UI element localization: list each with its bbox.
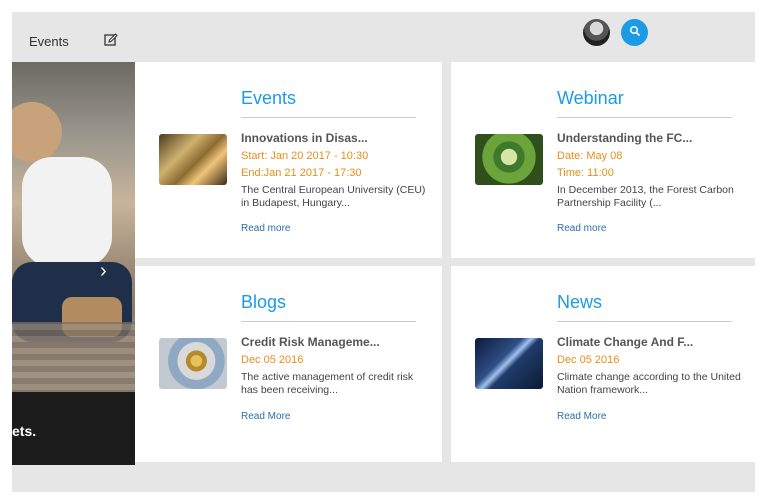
event-thumbnail[interactable] — [159, 134, 227, 185]
card-description: The Central European University (CEU) in… — [241, 184, 426, 209]
card-description: The active management of credit risk has… — [241, 371, 414, 396]
hero-caption: ets. — [12, 423, 37, 439]
start-date: Start: Jan 20 2017 - 10:30 — [241, 150, 369, 162]
webinar-date: Date: May 08 — [557, 150, 623, 162]
card-title: Blogs — [241, 292, 287, 312]
card-headline[interactable]: Climate Change And F... — [557, 335, 693, 349]
chevron-right-icon[interactable]: › — [100, 260, 107, 283]
card-blogs: Blogs Credit Risk Manageme... Dec 05 201… — [135, 266, 442, 462]
card-events: Events Innovations in Disas... Start: Ja… — [135, 62, 442, 258]
news-thumbnail[interactable] — [475, 338, 543, 389]
card-news: News Climate Change And F... Dec 05 2016… — [451, 266, 758, 462]
events-widget-frame: Events › ets. Events Innovations in Disa… — [12, 12, 758, 492]
blog-thumbnail[interactable] — [159, 338, 227, 389]
hero-image: › ets. — [12, 62, 135, 465]
card-title: Webinar — [557, 88, 624, 108]
end-date: End:Jan 21 2017 - 17:30 — [241, 167, 362, 179]
card-headline[interactable]: Innovations in Disas... — [241, 131, 368, 145]
read-more-link[interactable]: Read More — [557, 411, 606, 422]
post-date: Dec 05 2016 — [557, 354, 620, 366]
edit-icon[interactable] — [103, 32, 119, 48]
read-more-link[interactable]: Read More — [241, 411, 290, 422]
title-divider — [241, 321, 416, 322]
search-icon — [629, 24, 641, 42]
card-description: In December 2013, the Forest Carbon Part… — [557, 184, 734, 209]
card-title: News — [557, 292, 603, 312]
title-divider — [557, 117, 732, 118]
webinar-thumbnail[interactable] — [475, 134, 543, 185]
avatar[interactable] — [583, 19, 610, 46]
card-webinar: Webinar Understanding the FC... Date: Ma… — [451, 62, 758, 258]
card-title: Events — [241, 88, 297, 108]
read-more-link[interactable]: Read more — [557, 223, 606, 234]
read-more-link[interactable]: Read more — [241, 223, 290, 234]
title-divider — [557, 321, 732, 322]
card-description: Climate change according to the United N… — [557, 371, 741, 396]
title-divider — [241, 117, 416, 118]
webinar-time: Time: 11:00 — [557, 167, 614, 179]
card-headline[interactable]: Understanding the FC... — [557, 131, 692, 145]
post-date: Dec 05 2016 — [241, 354, 304, 366]
card-headline[interactable]: Credit Risk Manageme... — [241, 335, 380, 349]
top-bar: Events — [12, 12, 755, 62]
search-button[interactable] — [621, 19, 648, 46]
page-title: Events — [29, 34, 69, 49]
